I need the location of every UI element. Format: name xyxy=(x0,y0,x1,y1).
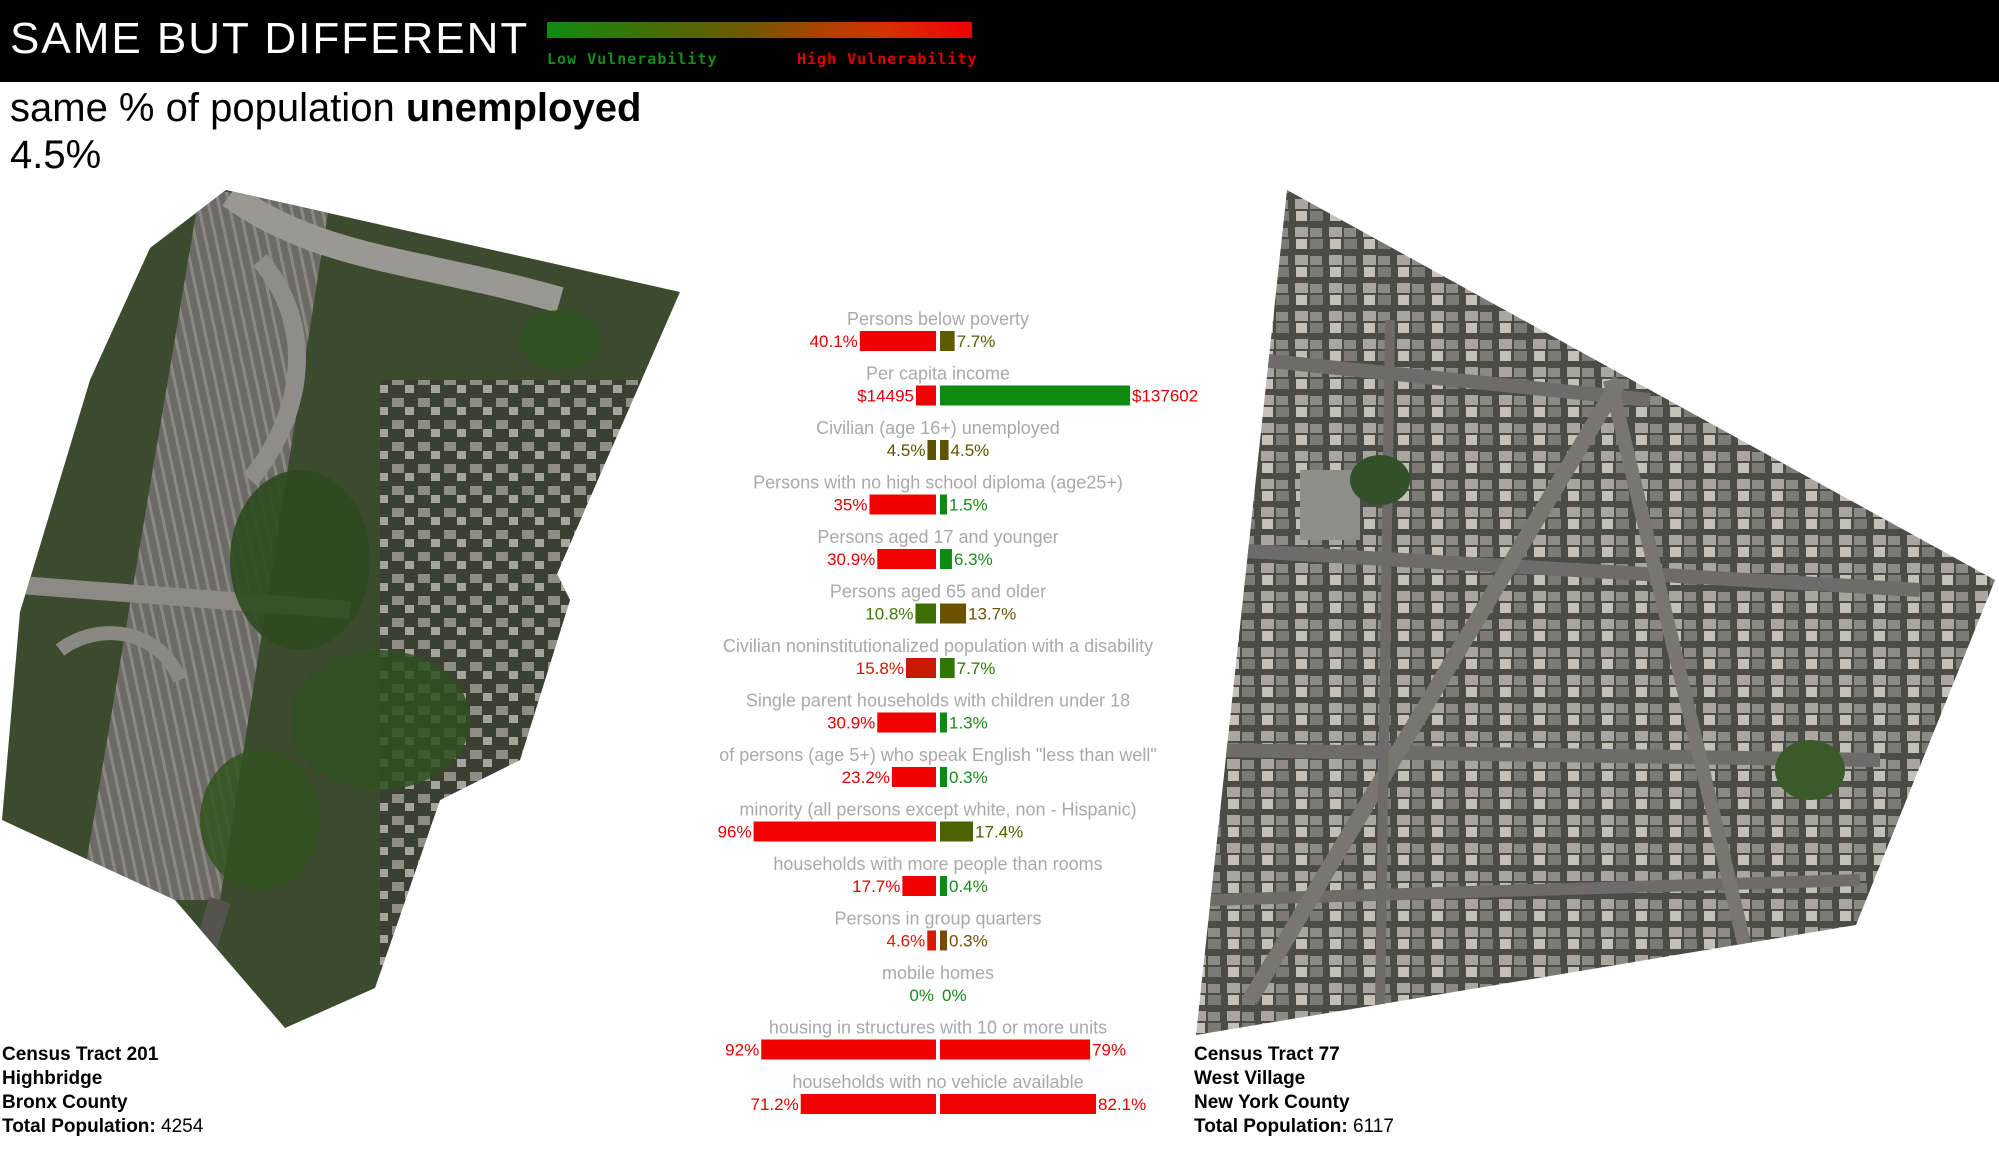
tract-info-left: Census Tract 201 Highbridge Bronx County… xyxy=(2,1043,203,1139)
value-label-right: 0% xyxy=(942,986,967,1005)
tract-county-right: New York County xyxy=(1194,1092,1350,1113)
bar-right xyxy=(940,440,949,460)
value-label-right: 1.3% xyxy=(949,714,988,733)
value-label-right: $137602 xyxy=(1132,387,1198,406)
bar-left xyxy=(902,876,936,896)
value-label-left: 92% xyxy=(725,1041,759,1060)
bar-right xyxy=(940,658,955,678)
bar-left xyxy=(753,821,936,842)
bar-left xyxy=(869,494,936,515)
bar-left xyxy=(915,385,936,406)
value-label-left: 0% xyxy=(909,986,934,1005)
bar-left xyxy=(927,440,936,460)
bar-right xyxy=(940,712,947,733)
indicator-label: housing in structures with 10 or more un… xyxy=(769,1018,1107,1038)
value-label-right: 1.5% xyxy=(949,496,988,515)
value-label-right: 7.7% xyxy=(957,332,996,351)
indicator-label: Civilian (age 16+) unemployed xyxy=(816,418,1060,438)
tract-number-right: Census Tract 77 xyxy=(1194,1044,1340,1065)
bar-left xyxy=(915,603,936,624)
indicator-label: Persons aged 17 and younger xyxy=(817,527,1058,547)
bar-right xyxy=(940,331,955,351)
indicator-label: Persons below poverty xyxy=(847,309,1029,329)
bar-left xyxy=(905,658,936,678)
tract-number-left: Census Tract 201 xyxy=(2,1044,159,1065)
indicator-label: of persons (age 5+) who speak English "l… xyxy=(719,745,1157,765)
value-label-right: 17.4% xyxy=(975,823,1023,842)
bar-left xyxy=(761,1039,936,1060)
value-label-right: 4.5% xyxy=(951,441,990,460)
bar-left xyxy=(877,712,936,733)
value-label-left: 10.8% xyxy=(865,605,913,624)
value-label-right: 82.1% xyxy=(1098,1095,1146,1114)
bar-left xyxy=(859,331,936,351)
bar-right xyxy=(940,385,1130,406)
indicator-label: Single parent households with children u… xyxy=(746,691,1130,711)
tract-county-left: Bronx County xyxy=(2,1092,128,1113)
indicator-label: Persons in group quarters xyxy=(834,909,1041,929)
value-label-right: 0.4% xyxy=(949,877,988,896)
value-label-left: 35% xyxy=(833,496,867,515)
bar-left xyxy=(877,549,936,569)
indicator-label: Per capita income xyxy=(866,364,1010,384)
bar-right xyxy=(940,549,952,569)
indicator-label: mobile homes xyxy=(882,963,994,983)
value-label-left: 17.7% xyxy=(852,877,900,896)
bar-right xyxy=(940,603,967,624)
tract-neighborhood-right: West Village xyxy=(1194,1068,1306,1089)
value-label-left: 30.9% xyxy=(827,550,875,569)
population-value-right: 6117 xyxy=(1353,1116,1394,1137)
value-label-left: $14495 xyxy=(857,387,914,406)
value-label-left: 4.5% xyxy=(887,441,926,460)
bar-right xyxy=(940,1039,1091,1060)
value-label-right: 0.3% xyxy=(949,932,988,951)
indicator-label: Persons with no high school diploma (age… xyxy=(753,473,1123,493)
population-value-left: 4254 xyxy=(161,1116,204,1137)
bar-left xyxy=(891,767,936,787)
population-label-left: Total Population: xyxy=(2,1116,156,1137)
value-label-left: 96% xyxy=(718,823,752,842)
value-label-right: 0.3% xyxy=(949,768,988,787)
bar-right xyxy=(940,876,947,896)
value-label-left: 30.9% xyxy=(827,714,875,733)
bar-right xyxy=(940,767,947,787)
value-label-left: 4.6% xyxy=(887,932,926,951)
bar-right xyxy=(940,494,947,515)
value-label-left: 15.8% xyxy=(856,659,904,678)
population-label-right: Total Population: xyxy=(1194,1116,1348,1137)
indicator-label: Persons aged 65 and older xyxy=(830,582,1046,602)
bar-left xyxy=(927,930,936,951)
bar-right xyxy=(940,930,947,951)
indicator-label: minority (all persons except white, non … xyxy=(739,800,1136,820)
value-label-right: 7.7% xyxy=(957,659,996,678)
value-label-right: 79% xyxy=(1092,1041,1126,1060)
tract-info-right: Census Tract 77 West Village New York Co… xyxy=(1194,1043,1394,1139)
value-label-right: 6.3% xyxy=(954,550,993,569)
bar-right xyxy=(940,1094,1096,1114)
indicator-label: households with more people than rooms xyxy=(773,854,1102,874)
indicator-label: households with no vehicle available xyxy=(792,1072,1083,1092)
value-label-left: 71.2% xyxy=(751,1095,799,1114)
value-label-left: 23.2% xyxy=(842,768,890,787)
indicator-label: Civilian noninstitutionalized population… xyxy=(723,636,1153,656)
bar-right xyxy=(940,821,974,842)
diverging-bar-chart: Persons below poverty 40.1% 7.7% Per capita… xyxy=(718,309,1198,1114)
value-label-left: 40.1% xyxy=(810,332,858,351)
value-label-right: 13.7% xyxy=(968,605,1016,624)
bar-left xyxy=(800,1094,936,1114)
tract-neighborhood-left: Highbridge xyxy=(2,1068,103,1089)
